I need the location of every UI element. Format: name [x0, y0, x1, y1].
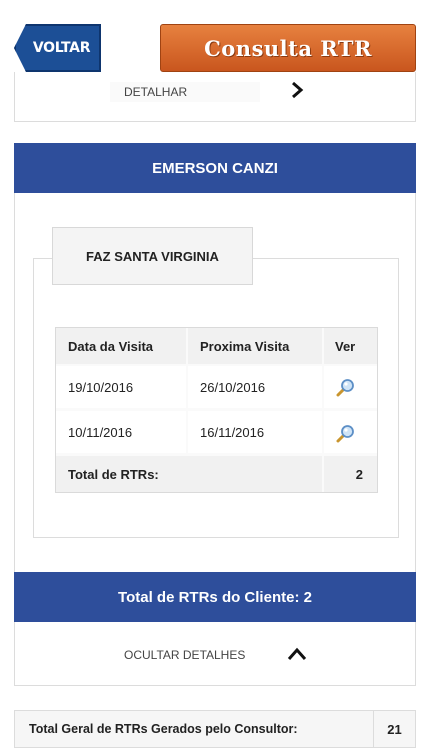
chevron-up-icon[interactable] [284, 642, 310, 666]
client-total-bar: Total de RTRs do Cliente: 2 [14, 572, 416, 622]
column-header-next-visit: Proxima Visita [188, 328, 322, 364]
table-cell-visit-date: 19/10/2016 [56, 366, 186, 408]
back-button[interactable]: VOLTAR [14, 24, 101, 72]
magnifier-icon[interactable] [334, 423, 356, 445]
table-cell-view [324, 366, 377, 408]
grand-total-label: Total Geral de RTRs Gerados pelo Consult… [29, 722, 298, 736]
page-title: Consulta RTR [160, 24, 416, 72]
farm-name-tab: FAZ SANTA VIRGINIA [52, 227, 253, 285]
table-cell-view [324, 411, 377, 453]
table-cell-visit-date: 10/11/2016 [56, 411, 186, 453]
consultant-name-header: EMERSON CANZI [14, 143, 416, 193]
chevron-right-icon[interactable] [284, 78, 310, 102]
detail-toggle[interactable]: DETALHAR [110, 82, 260, 102]
table-cell-next-visit: 16/11/2016 [188, 411, 322, 453]
table-total-value: 2 [324, 456, 377, 492]
grand-total-value: 21 [373, 711, 415, 747]
hide-details-toggle[interactable]: OCULTAR DETALHES [118, 644, 268, 666]
table-cell-next-visit: 26/10/2016 [188, 366, 322, 408]
hide-details-label: OCULTAR DETALHES [124, 648, 246, 662]
magnifier-icon[interactable] [334, 377, 356, 399]
column-header-visit-date: Data da Visita [56, 328, 186, 364]
detail-label: DETALHAR [124, 85, 188, 99]
column-header-view: Ver [324, 328, 377, 364]
table-total-label: Total de RTRs: [56, 456, 322, 492]
